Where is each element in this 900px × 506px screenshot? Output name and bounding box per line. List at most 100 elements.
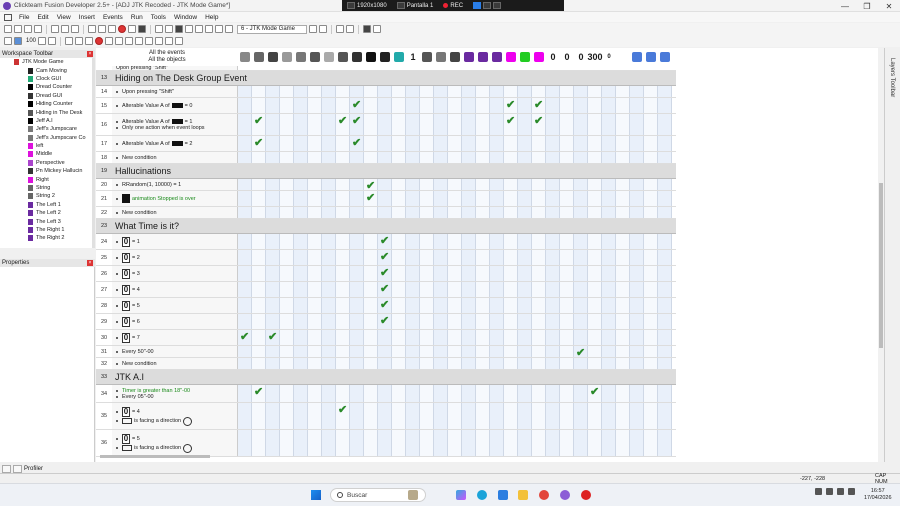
event-row[interactable]: 24 0 = 1 ✔ bbox=[96, 234, 676, 250]
action-cell[interactable] bbox=[266, 282, 280, 297]
wifi-icon[interactable] bbox=[826, 488, 833, 495]
action-cell[interactable] bbox=[476, 266, 490, 281]
object-column[interactable] bbox=[476, 48, 490, 66]
action-cell[interactable] bbox=[252, 346, 266, 357]
action-cell[interactable] bbox=[434, 282, 448, 297]
action-cell[interactable] bbox=[364, 282, 378, 297]
action-cell[interactable] bbox=[350, 298, 364, 313]
action-cell[interactable]: ✔ bbox=[532, 114, 546, 135]
action-cell[interactable] bbox=[406, 282, 420, 297]
action-cell[interactable] bbox=[630, 430, 644, 456]
action-cell[interactable] bbox=[336, 266, 350, 281]
action-cell[interactable] bbox=[518, 234, 532, 249]
condition-line[interactable]: 0 = 6 bbox=[116, 316, 237, 327]
action-cell[interactable] bbox=[462, 358, 476, 369]
action-cell[interactable] bbox=[602, 98, 616, 113]
action-cell[interactable] bbox=[490, 346, 504, 357]
action-cell[interactable] bbox=[308, 86, 322, 97]
screen-indicator[interactable]: Pantalla 1 bbox=[392, 2, 439, 9]
action-cell[interactable] bbox=[490, 86, 504, 97]
action-cell[interactable] bbox=[280, 207, 294, 218]
action-cell[interactable] bbox=[462, 136, 476, 151]
action-cell[interactable] bbox=[294, 330, 308, 345]
action-cell[interactable] bbox=[546, 136, 560, 151]
action-cell[interactable] bbox=[322, 191, 336, 206]
action-cell[interactable] bbox=[308, 330, 322, 345]
action-cell[interactable] bbox=[238, 179, 252, 190]
action-cell[interactable] bbox=[476, 234, 490, 249]
action-cell[interactable] bbox=[392, 358, 406, 369]
action-cell[interactable] bbox=[462, 298, 476, 313]
action-cell[interactable] bbox=[616, 385, 630, 402]
action-cell[interactable] bbox=[574, 136, 588, 151]
copy-icon[interactable] bbox=[61, 25, 69, 33]
action-cell[interactable] bbox=[630, 152, 644, 163]
action-cell[interactable] bbox=[266, 191, 280, 206]
menu-window[interactable]: Window bbox=[170, 14, 201, 21]
action-cell[interactable] bbox=[546, 266, 560, 281]
object-column[interactable] bbox=[350, 48, 364, 66]
action-cell[interactable] bbox=[252, 86, 266, 97]
event-row[interactable]: 26 0 = 3 ✔ bbox=[96, 266, 676, 282]
action-cell[interactable] bbox=[448, 179, 462, 190]
action-cell[interactable] bbox=[308, 346, 322, 357]
action-cell[interactable] bbox=[294, 234, 308, 249]
group-header[interactable]: 19 Hallucinations bbox=[96, 164, 676, 179]
action-cell[interactable] bbox=[574, 86, 588, 97]
tree-item[interactable]: Jeff's Jumpscare bbox=[0, 125, 94, 133]
condition-cell[interactable]: Alterable Value A of = 2 bbox=[112, 136, 238, 151]
action-cell[interactable] bbox=[322, 152, 336, 163]
object-column[interactable] bbox=[532, 48, 546, 66]
action-cell[interactable] bbox=[644, 430, 658, 456]
action-cell[interactable] bbox=[434, 330, 448, 345]
recorder-tools[interactable] bbox=[468, 2, 506, 9]
action-cell[interactable] bbox=[616, 314, 630, 329]
tree-item[interactable]: Dread GUI bbox=[0, 92, 94, 100]
action-cell[interactable] bbox=[378, 207, 392, 218]
action-cell[interactable] bbox=[266, 430, 280, 456]
action-cell[interactable] bbox=[266, 314, 280, 329]
tree-item[interactable]: The Left 1 bbox=[0, 201, 94, 209]
cut-icon[interactable] bbox=[51, 25, 59, 33]
zoom-slider[interactable] bbox=[14, 37, 22, 45]
action-cell[interactable] bbox=[560, 98, 574, 113]
action-cell[interactable] bbox=[616, 136, 630, 151]
object-column[interactable] bbox=[434, 48, 448, 66]
action-cell[interactable] bbox=[308, 191, 322, 206]
event-row[interactable]: 21 animation Stopped is over ✔ bbox=[96, 191, 676, 207]
data-elements-icon[interactable] bbox=[195, 25, 203, 33]
action-cell[interactable] bbox=[336, 207, 350, 218]
event-row[interactable]: 16 Alterable Value A of = 1 Only one action… bbox=[96, 114, 676, 136]
action-cell[interactable] bbox=[532, 346, 546, 357]
action-cell[interactable] bbox=[602, 346, 616, 357]
action-cell[interactable] bbox=[238, 298, 252, 313]
action-cell[interactable] bbox=[434, 234, 448, 249]
action-cell[interactable] bbox=[504, 330, 518, 345]
action-cell[interactable] bbox=[434, 266, 448, 281]
action-cell[interactable] bbox=[476, 86, 490, 97]
condition-cell[interactable]: RRandom(1, 10000) = 1 bbox=[112, 179, 238, 190]
frame-nav-icon[interactable] bbox=[225, 25, 233, 33]
save-icon[interactable] bbox=[24, 25, 32, 33]
action-cell[interactable] bbox=[266, 136, 280, 151]
action-cell[interactable] bbox=[504, 179, 518, 190]
action-cell[interactable] bbox=[392, 298, 406, 313]
action-cell[interactable]: ✔ bbox=[378, 314, 392, 329]
action-cell[interactable] bbox=[294, 430, 308, 456]
action-cell[interactable] bbox=[504, 86, 518, 97]
explorer-icon[interactable] bbox=[518, 490, 528, 500]
action-cell[interactable] bbox=[406, 266, 420, 281]
object-column[interactable] bbox=[518, 48, 532, 66]
action-cell[interactable] bbox=[602, 282, 616, 297]
action-cell[interactable] bbox=[308, 385, 322, 402]
condition-line[interactable]: 0 = 4 bbox=[116, 284, 237, 295]
edge-icon[interactable] bbox=[477, 490, 487, 500]
action-cell[interactable] bbox=[644, 86, 658, 97]
next-frame-icon[interactable] bbox=[319, 25, 327, 33]
action-cell[interactable] bbox=[476, 358, 490, 369]
action-cell[interactable] bbox=[406, 207, 420, 218]
action-cell[interactable] bbox=[448, 98, 462, 113]
action-cell[interactable] bbox=[518, 430, 532, 456]
action-cell[interactable] bbox=[532, 430, 546, 456]
action-cell[interactable] bbox=[392, 430, 406, 456]
